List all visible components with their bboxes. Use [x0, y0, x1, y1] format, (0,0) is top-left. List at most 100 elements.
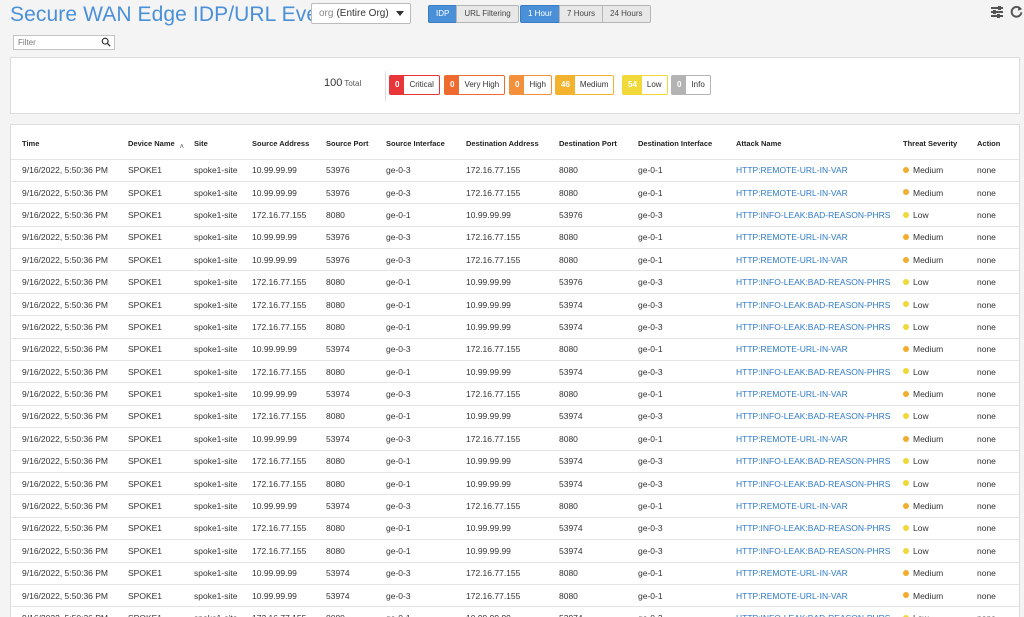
column-header-source-port[interactable]: Source Port: [315, 125, 375, 159]
severity-badge-low[interactable]: 54 Low: [622, 75, 668, 95]
table-row[interactable]: 9/16/2022, 5:50:36 PM SPOKE1 spoke1-site 10…: [11, 382, 1019, 406]
attack-name-link[interactable]: HTTP:INFO-LEAK:BAD-REASON-PHRS: [736, 546, 890, 556]
table-row[interactable]: 9/16/2022, 5:50:36 PM SPOKE1 spoke1-site 17…: [11, 360, 1019, 383]
table-row[interactable]: 9/16/2022, 5:50:36 PM SPOKE1 spoke1-site 10…: [11, 225, 1019, 249]
table-row[interactable]: 9/16/2022, 5:50:36 PM SPOKE1 spoke1-site 17…: [11, 203, 1019, 227]
url-filtering-button[interactable]: URL Filtering: [456, 5, 519, 23]
column-header-action[interactable]: Action: [966, 125, 1019, 159]
cell-attack-name[interactable]: HTTP:INFO-LEAK:BAD-REASON-PHRS: [725, 516, 892, 540]
column-header-threat-severity[interactable]: Threat Severity: [892, 125, 966, 159]
severity-badge-critical[interactable]: 0 Critical: [389, 75, 440, 95]
severity-badge-medium[interactable]: 46 Medium: [555, 75, 615, 95]
7-hours-button[interactable]: 7 Hours: [559, 5, 604, 23]
table-row[interactable]: 9/16/2022, 5:50:36 PM SPOKE1 spoke1-site 17…: [11, 292, 1019, 316]
column-header-source-interface[interactable]: Source Interface: [375, 125, 455, 159]
attack-name-link[interactable]: HTTP:INFO-LEAK:BAD-REASON-PHRS: [736, 210, 890, 220]
column-header-source-address[interactable]: Source Address: [241, 125, 315, 159]
cell-attack-name[interactable]: HTTP:INFO-LEAK:BAD-REASON-PHRS: [725, 360, 892, 383]
column-header-label: Attack Name: [736, 139, 782, 149]
total-value: 100: [324, 77, 343, 89]
cell-attack-name[interactable]: HTTP:REMOTE-URL-IN-VAR: [725, 180, 892, 204]
cell-text: 9/16/2022, 5:50:36 PM: [22, 232, 109, 243]
attack-name-link[interactable]: HTTP:REMOTE-URL-IN-VAR: [736, 232, 848, 242]
attack-name-link[interactable]: HTTP:REMOTE-URL-IN-VAR: [736, 501, 848, 511]
table-row[interactable]: 9/16/2022, 5:50:36 PM SPOKE1 spoke1-site 17…: [11, 270, 1019, 294]
attack-name-link[interactable]: HTTP:INFO-LEAK:BAD-REASON-PHRS: [736, 367, 890, 377]
column-header-destination-port[interactable]: Destination Port: [548, 125, 627, 159]
table-row[interactable]: 9/16/2022, 5:50:36 PM SPOKE1 spoke1-site 17…: [11, 449, 1019, 473]
cell-attack-name[interactable]: HTTP:REMOTE-URL-IN-VAR: [725, 494, 892, 518]
attack-name-link[interactable]: HTTP:REMOTE-URL-IN-VAR: [736, 188, 848, 198]
severity-badge-info[interactable]: 0 Info: [671, 75, 711, 95]
column-header-destination-interface[interactable]: Destination Interface: [627, 125, 725, 159]
attack-name-link[interactable]: HTTP:INFO-LEAK:BAD-REASON-PHRS: [736, 322, 890, 332]
table-row[interactable]: 9/16/2022, 5:50:36 PM SPOKE1 spoke1-site 17…: [11, 516, 1019, 540]
severity-badge-high[interactable]: 0 High: [509, 75, 552, 95]
table-row[interactable]: 9/16/2022, 5:50:36 PM SPOKE1 spoke1-site 10…: [11, 248, 1019, 271]
severity-dot-icon: [903, 256, 909, 263]
attack-name-link[interactable]: HTTP:INFO-LEAK:BAD-REASON-PHRS: [736, 613, 890, 617]
column-header-destination-address[interactable]: Destination Address: [455, 125, 548, 159]
table-row[interactable]: 9/16/2022, 5:50:36 PM SPOKE1 spoke1-site 10…: [11, 337, 1019, 361]
attack-name-link[interactable]: HTTP:REMOTE-URL-IN-VAR: [736, 434, 848, 444]
cell-text: none: [977, 187, 996, 198]
cell-attack-name[interactable]: HTTP:INFO-LEAK:BAD-REASON-PHRS: [725, 315, 892, 339]
attack-name-link[interactable]: HTTP:REMOTE-URL-IN-VAR: [736, 344, 848, 354]
cell-attack-name[interactable]: HTTP:INFO-LEAK:BAD-REASON-PHRS: [725, 270, 892, 294]
attack-name-link[interactable]: HTTP:INFO-LEAK:BAD-REASON-PHRS: [736, 456, 890, 466]
cell-attack-name[interactable]: HTTP:REMOTE-URL-IN-VAR: [725, 583, 892, 607]
column-header-time[interactable]: Time: [11, 125, 117, 159]
cell-time: 9/16/2022, 5:50:36 PM: [11, 471, 117, 495]
cell-attack-name[interactable]: HTTP:INFO-LEAK:BAD-REASON-PHRS: [725, 471, 892, 495]
table-row[interactable]: 9/16/2022, 5:50:36 PM SPOKE1 spoke1-site 10…: [11, 427, 1019, 451]
org-select[interactable]: org (Entire Org): [311, 3, 411, 24]
cell-attack-name[interactable]: HTTP:REMOTE-URL-IN-VAR: [725, 382, 892, 406]
filter-lines-icon[interactable]: [990, 5, 1004, 19]
attack-name-link[interactable]: HTTP:REMOTE-URL-IN-VAR: [736, 389, 848, 399]
attack-name-link[interactable]: HTTP:INFO-LEAK:BAD-REASON-PHRS: [736, 479, 890, 489]
table-row[interactable]: 9/16/2022, 5:50:36 PM SPOKE1 spoke1-site 10…: [11, 561, 1019, 585]
table-row[interactable]: 9/16/2022, 5:50:36 PM SPOKE1 spoke1-site 10…: [11, 158, 1019, 182]
sort-ascending-icon[interactable]: ˄: [180, 144, 184, 151]
refresh-icon[interactable]: [1009, 5, 1023, 19]
cell-attack-name[interactable]: HTTP:INFO-LEAK:BAD-REASON-PHRS: [725, 606, 892, 617]
attack-name-link[interactable]: HTTP:INFO-LEAK:BAD-REASON-PHRS: [736, 277, 890, 287]
table-row[interactable]: 9/16/2022, 5:50:36 PM SPOKE1 spoke1-site 17…: [11, 539, 1019, 563]
filter-input[interactable]: [13, 35, 115, 50]
cell-text: 8080: [326, 613, 345, 617]
attack-name-link[interactable]: HTTP:INFO-LEAK:BAD-REASON-PHRS: [736, 411, 890, 421]
attack-name-link[interactable]: HTTP:INFO-LEAK:BAD-REASON-PHRS: [736, 523, 890, 533]
cell-attack-name[interactable]: HTTP:REMOTE-URL-IN-VAR: [725, 561, 892, 585]
column-header-device-name[interactable]: Device Name ˄: [117, 125, 184, 159]
table-row[interactable]: 9/16/2022, 5:50:36 PM SPOKE1 spoke1-site 17…: [11, 315, 1019, 339]
attack-name-link[interactable]: HTTP:REMOTE-URL-IN-VAR: [736, 165, 848, 175]
table-row[interactable]: 9/16/2022, 5:50:36 PM SPOKE1 spoke1-site 17…: [11, 404, 1019, 428]
severity-badge-very-high[interactable]: 0 Very High: [444, 75, 506, 95]
cell-attack-name[interactable]: HTTP:INFO-LEAK:BAD-REASON-PHRS: [725, 203, 892, 227]
cell-attack-name[interactable]: HTTP:INFO-LEAK:BAD-REASON-PHRS: [725, 449, 892, 473]
cell-attack-name[interactable]: HTTP:REMOTE-URL-IN-VAR: [725, 337, 892, 361]
table-row[interactable]: 9/16/2022, 5:50:36 PM SPOKE1 spoke1-site 10…: [11, 180, 1019, 204]
1-hour-button[interactable]: 1 Hour: [520, 5, 561, 23]
column-header-site[interactable]: Site: [183, 125, 241, 159]
attack-name-link[interactable]: HTTP:REMOTE-URL-IN-VAR: [736, 255, 848, 265]
24-hours-button[interactable]: 24 Hours: [602, 5, 651, 23]
cell-text: 53974: [326, 590, 350, 601]
attack-name-link[interactable]: HTTP:REMOTE-URL-IN-VAR: [736, 568, 848, 578]
column-header-attack-name[interactable]: Attack Name: [725, 125, 892, 159]
cell-attack-name[interactable]: HTTP:INFO-LEAK:BAD-REASON-PHRS: [725, 404, 892, 428]
table-row[interactable]: 9/16/2022, 5:50:36 PM SPOKE1 spoke1-site 17…: [11, 471, 1019, 495]
attack-name-link[interactable]: HTTP:REMOTE-URL-IN-VAR: [736, 591, 848, 601]
table-row[interactable]: 9/16/2022, 5:50:36 PM SPOKE1 spoke1-site 10…: [11, 583, 1019, 607]
cell-attack-name[interactable]: HTTP:REMOTE-URL-IN-VAR: [725, 158, 892, 182]
table-row[interactable]: 9/16/2022, 5:50:36 PM SPOKE1 spoke1-site 17…: [11, 606, 1019, 617]
cell-attack-name[interactable]: HTTP:REMOTE-URL-IN-VAR: [725, 225, 892, 249]
table-row[interactable]: 9/16/2022, 5:50:36 PM SPOKE1 spoke1-site 10…: [11, 494, 1019, 518]
search-icon[interactable]: [101, 37, 111, 47]
cell-attack-name[interactable]: HTTP:REMOTE-URL-IN-VAR: [725, 248, 892, 271]
cell-attack-name[interactable]: HTTP:INFO-LEAK:BAD-REASON-PHRS: [725, 292, 892, 316]
idp-button[interactable]: IDP: [428, 5, 458, 23]
attack-name-link[interactable]: HTTP:INFO-LEAK:BAD-REASON-PHRS: [736, 300, 890, 310]
cell-attack-name[interactable]: HTTP:REMOTE-URL-IN-VAR: [725, 427, 892, 451]
cell-attack-name[interactable]: HTTP:INFO-LEAK:BAD-REASON-PHRS: [725, 539, 892, 563]
